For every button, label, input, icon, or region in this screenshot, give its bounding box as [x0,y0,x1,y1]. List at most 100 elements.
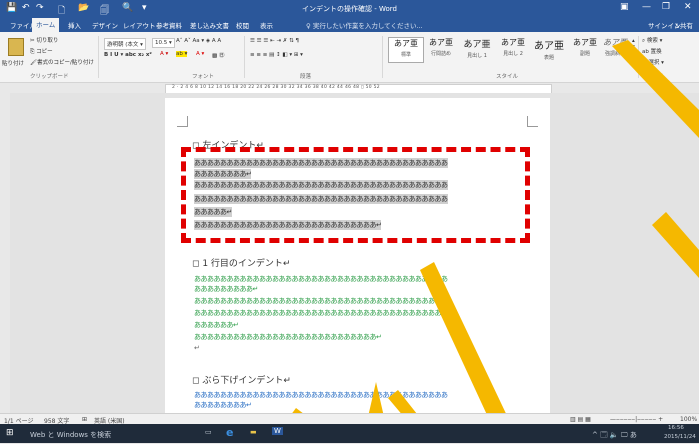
paragraph-icons-row2[interactable]: ≡ ≡ ≡ ▤ ↕ ◧ ▾ ⊞ ▾ [250,52,303,58]
tab-references[interactable]: 参考資料 [156,20,182,30]
start-icon[interactable]: ⊞ [6,428,14,438]
char-shading-icon[interactable]: ▩ ㊐ [212,51,224,59]
tab-insert[interactable]: 挿入 [68,20,81,30]
group-divider [382,36,383,78]
tell-me-search[interactable]: ♀ 実行したい作業を入力してください... [306,20,423,30]
heading-first-line-indent[interactable]: ◻ 1 行目のインデント↵ [192,256,290,269]
horizontal-ruler[interactable]: 2 · 2 4 6 8 10 12 14 16 18 20 22 24 26 2… [0,83,699,94]
style-subtitle[interactable]: あア亜 副題 [568,37,602,61]
replace-button[interactable]: ab 置換 [642,47,662,55]
group-divider [244,36,245,78]
find-label: 検索 ▾ [646,38,663,44]
paste-button[interactable]: 貼り付け [2,59,24,67]
para-line[interactable]: あああああああああああああああああああああああああああああああああああああああ [194,274,448,284]
style-name: 見出し 2 [503,51,523,57]
style-preview: あア亜 [429,38,453,47]
para-line[interactable]: あああああああああああああああああああああああああああああああああああああああ [194,296,448,306]
share-button[interactable]: ♙共有 [674,20,693,30]
para-line[interactable]: ああああああああ↵ [194,400,252,410]
style-subtle-emphasis[interactable]: あア亜 強調斜体 [600,37,630,61]
style-preview: あア亜 [501,38,525,47]
para-line[interactable]: ↵ [194,344,200,352]
title-bar: 💾 ↶ ↷ 🗋 📂 🗐 🔍 ▾ インデントの操作確認 - Word ▣ — ❐ … [0,0,699,18]
style-name: 行間詰め [430,51,451,57]
style-preview: あア亜 [463,40,491,50]
copy-button[interactable]: ⎘ コピー [30,47,53,56]
cut-button[interactable]: ✂ 切り取り [30,36,58,44]
find-button[interactable]: ⌕ 検索 ▾ [642,36,662,45]
clock-date[interactable]: 2015/11/24 [664,434,696,440]
style-name: 標準 [400,52,411,58]
maximize-icon[interactable]: ❐ [662,2,670,12]
tab-design[interactable]: デザイン [92,20,118,30]
tab-view[interactable]: 表示 [260,20,273,30]
tell-me-placeholder: 実行したい作業を入力してください... [312,22,423,30]
clipboard-group-label: クリップボード [30,74,69,80]
para-line[interactable]: ああああああ↵ [194,320,239,330]
para-line[interactable]: ああああああああああああああああああああああああああああ↵ [194,332,382,342]
highlight-color-icon[interactable]: ab ▾ [176,51,188,57]
style-preview: あア亜 [603,38,627,47]
para-line[interactable]: あああああああああ↵ [194,284,258,294]
group-divider [638,36,639,78]
view-mode-icons[interactable]: ▥ ▤ ▦ [570,416,591,423]
brush-icon: 🖌 [30,60,37,66]
font-name-select[interactable]: 游明朝 (本文 ▾ [104,38,146,50]
tab-home[interactable]: ホーム [32,18,60,32]
font-format-icons-row1[interactable]: A˄ A˅ Aa ▾ ◈ A A [176,38,221,44]
zoom-slider[interactable]: —‒‒‒‒‒|‒‒‒‒‒ + [610,416,663,423]
style-heading-1[interactable]: あア亜見出し 1 [460,37,494,61]
close-icon[interactable]: ✕ [684,2,692,12]
style-name: 表題 [543,55,554,61]
task-view-icon[interactable]: ▭ [205,428,212,436]
style-heading-2[interactable]: あア亜見出し 2 [496,37,530,61]
style-no-spacing[interactable]: あア亜 行間詰め [424,37,458,61]
font-format-icons-row2[interactable]: B I U ▾ abc x₂ x² [104,52,152,58]
replace-icon: ab [642,49,651,55]
window-title: インデントの操作確認 - Word [302,5,397,13]
tab-mailings[interactable]: 差し込み文書 [190,20,229,30]
system-tray[interactable]: ^ 🗔 🔈 🖵 あ [592,430,637,442]
paste-icon[interactable] [8,38,24,56]
word-taskbar-icon[interactable]: W [272,427,283,435]
tab-layout[interactable]: レイアウト [123,20,156,30]
clock-time[interactable]: 16:56 [668,425,684,431]
windows-taskbar: ⊞ Web と Windows を検索 ▭ e ▬ W ^ 🗔 🔈 🖵 あ 16… [0,424,699,443]
taskbar-search[interactable]: Web と Windows を検索 [30,430,180,444]
replace-label: 置換 [650,49,662,55]
cut-label: 切り取り [36,38,59,44]
style-name: 見出し 1 [467,53,487,59]
zoom-level[interactable]: 100% [680,416,697,423]
para-line[interactable]: あああああああああああああああああああああああああああああああああああああああ [194,308,448,318]
format-painter-label: 書式のコピー/貼り付け [36,60,94,66]
share-label: 共有 [679,22,693,30]
edge-icon[interactable]: e [226,426,233,439]
styles-scroll-icons[interactable]: ▴ ▾ ▿ [632,38,635,56]
format-painter-button[interactable]: 🖌書式のコピー/貼り付け [30,58,94,66]
para-line[interactable]: あああああああああああああああああああああああああああああああああああああああ [194,390,448,400]
font-size-select[interactable]: 10.5 ▾ [152,38,175,48]
select-button[interactable]: ↖ 選択 ▾ [642,58,664,66]
styles-group-label: スタイル [496,74,519,80]
crop-mark [527,116,538,127]
proofing-icon[interactable]: ⊞ [82,416,87,423]
font-color-icon[interactable]: A ▾ [196,51,204,57]
style-normal[interactable]: あア亜 標準 [388,37,424,63]
group-divider [98,36,99,78]
minimize-icon[interactable]: — [642,2,651,12]
ribbon-home: 貼り付け ✂ 切り取り ⎘ コピー 🖌書式のコピー/貼り付け クリップボード 游… [0,32,699,83]
paragraph-icons-row1[interactable]: ☰ ☰ ☰ ⇤ ⇥ ✗ ⇅ ¶ [250,38,299,44]
style-preview: あア亜 [534,41,564,52]
editing-group-label: 編集 [652,74,664,80]
style-preview: あア亜 [573,38,597,47]
text-effects-icon[interactable]: A ▾ [160,51,168,57]
font-group-label: フォント [192,74,215,80]
ribbon-tab-bar: ファイル ホーム 挿入 デザイン レイアウト 参考資料 差し込み文書 校閲 表示… [0,18,699,32]
style-preview: あア亜 [394,39,418,48]
tab-review[interactable]: 校閲 [236,20,249,30]
style-title[interactable]: あア亜 表題 [532,37,566,61]
file-explorer-icon[interactable]: ▬ [250,428,257,436]
ribbon-display-options-icon[interactable]: ▣ [620,2,629,12]
style-name: 強調斜体 [604,51,625,57]
heading-hanging-indent[interactable]: ◻ ぶら下げインデント↵ [192,373,291,386]
